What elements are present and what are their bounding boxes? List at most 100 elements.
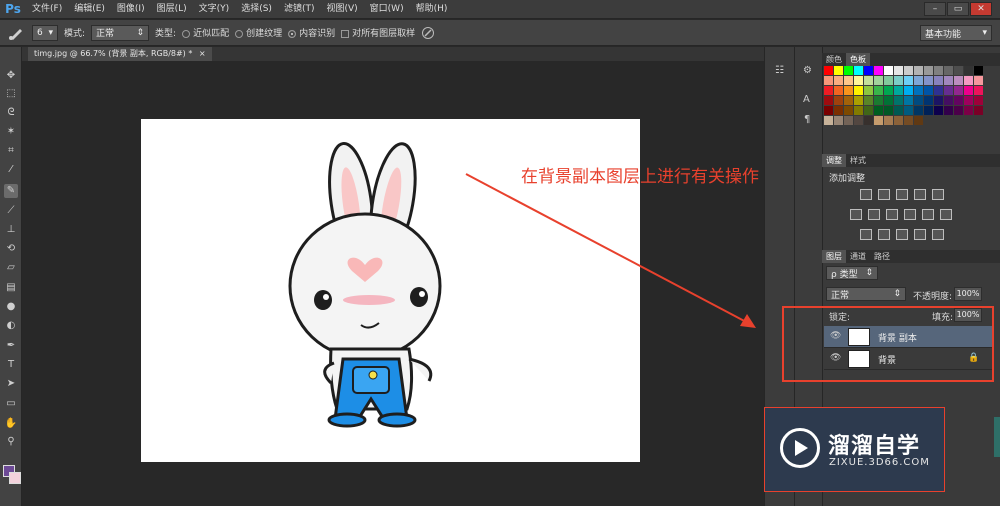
swatch[interactable]	[914, 66, 923, 75]
lasso-tool-icon[interactable]: ᘓ	[4, 106, 18, 120]
marquee-tool-icon[interactable]: ⬚	[4, 87, 18, 101]
tab-layers[interactable]: 图层	[822, 250, 846, 263]
mode-select[interactable]: 正常 ⇕	[91, 24, 150, 41]
swatch[interactable]	[874, 86, 883, 95]
zoom-tool-icon[interactable]: ⚲	[4, 435, 18, 449]
swatch[interactable]	[974, 96, 983, 105]
swatch[interactable]	[904, 86, 913, 95]
swatch[interactable]	[874, 96, 883, 105]
pressure-icon[interactable]	[421, 26, 435, 40]
swatch[interactable]	[964, 96, 973, 105]
swatch[interactable]	[914, 76, 923, 85]
type-tool-icon[interactable]: T	[4, 358, 18, 372]
path-select-icon[interactable]: ➤	[4, 377, 18, 391]
type-radio-content-aware[interactable]: 内容识别	[288, 26, 335, 39]
swatch[interactable]	[884, 106, 893, 115]
swatch[interactable]	[864, 86, 873, 95]
swatch[interactable]	[824, 96, 833, 105]
swatch[interactable]	[854, 66, 863, 75]
swatch[interactable]	[884, 86, 893, 95]
swatch[interactable]	[964, 66, 973, 75]
brush-size-picker[interactable]: 6 ▾	[32, 24, 58, 41]
swatch[interactable]	[894, 96, 903, 105]
swatch[interactable]	[884, 96, 893, 105]
color-balance-icon[interactable]	[868, 209, 880, 220]
history-panel-icon[interactable]: ☷	[775, 65, 784, 76]
swatch[interactable]	[964, 106, 973, 115]
swatch[interactable]	[934, 106, 943, 115]
swatch[interactable]	[824, 86, 833, 95]
workspace-select[interactable]: 基本功能 ▾	[920, 25, 992, 41]
tab-channels[interactable]: 通道	[846, 250, 870, 263]
swatch[interactable]	[894, 76, 903, 85]
tab-paths[interactable]: 路径	[870, 250, 894, 263]
vibrance-adjust-icon[interactable]	[932, 189, 944, 200]
paragraph-panel-icon[interactable]: ¶	[804, 114, 810, 125]
swatch[interactable]	[964, 86, 973, 95]
radio-button[interactable]	[288, 29, 297, 38]
swatch[interactable]	[864, 96, 873, 105]
swatch[interactable]	[934, 86, 943, 95]
tab-color[interactable]: 颜色	[822, 53, 846, 66]
swatch[interactable]	[934, 96, 943, 105]
swatch[interactable]	[944, 86, 953, 95]
posterize-icon[interactable]	[878, 229, 890, 240]
character-panel-icon[interactable]: A	[803, 94, 810, 105]
crop-tool-icon[interactable]: ⌗	[4, 144, 18, 158]
minimize-button[interactable]: –	[924, 2, 946, 16]
tab-adjustments[interactable]: 调整	[822, 154, 846, 167]
swatch[interactable]	[884, 76, 893, 85]
swatch[interactable]	[964, 76, 973, 85]
swatch[interactable]	[864, 76, 873, 85]
eyedropper-icon[interactable]: ⁄	[4, 163, 18, 177]
blur-icon[interactable]: ●	[4, 300, 18, 314]
swatch[interactable]	[854, 96, 863, 105]
swatch[interactable]	[884, 66, 893, 75]
swatch[interactable]	[924, 76, 933, 85]
swatch[interactable]	[954, 76, 963, 85]
curves-adjust-icon[interactable]	[896, 189, 908, 200]
close-button[interactable]: ✕	[970, 2, 992, 16]
swatch[interactable]	[954, 66, 963, 75]
swatch[interactable]	[824, 76, 833, 85]
selective-color-icon[interactable]	[932, 229, 944, 240]
swatch[interactable]	[854, 116, 863, 125]
swatch[interactable]	[974, 86, 983, 95]
shape-tool-icon[interactable]: ▭	[4, 397, 18, 411]
history-brush-icon[interactable]: ⟲	[4, 242, 18, 256]
swatch[interactable]	[904, 96, 913, 105]
dodge-icon[interactable]: ◐	[4, 319, 18, 333]
swatch[interactable]	[874, 76, 883, 85]
swatch-grid[interactable]	[824, 66, 984, 130]
swatch[interactable]	[944, 76, 953, 85]
sample-all-layers-checkbox[interactable]: 对所有图层取样	[341, 26, 415, 39]
swatch[interactable]	[894, 86, 903, 95]
channel-mixer-icon[interactable]	[922, 209, 934, 220]
swatch[interactable]	[844, 106, 853, 115]
swatch[interactable]	[894, 66, 903, 75]
swatch[interactable]	[934, 66, 943, 75]
swatch[interactable]	[864, 116, 873, 125]
swatch[interactable]	[854, 76, 863, 85]
swatch[interactable]	[954, 96, 963, 105]
opacity-input[interactable]: 100%	[954, 287, 982, 301]
swatch[interactable]	[954, 106, 963, 115]
swatch[interactable]	[944, 96, 953, 105]
eraser-icon[interactable]: ▱	[4, 261, 18, 275]
swatch[interactable]	[864, 106, 873, 115]
swatch[interactable]	[924, 86, 933, 95]
stamp-tool-icon[interactable]: ⊥	[4, 223, 18, 237]
exposure-adjust-icon[interactable]	[914, 189, 926, 200]
swatch[interactable]	[824, 66, 833, 75]
swatch[interactable]	[934, 76, 943, 85]
swatch[interactable]	[834, 96, 843, 105]
swatch[interactable]	[904, 106, 913, 115]
pen-tool-icon[interactable]: ✒	[4, 339, 18, 353]
type-radio-proximity[interactable]: 近似匹配	[182, 26, 229, 39]
swatch[interactable]	[844, 86, 853, 95]
restore-button[interactable]: ▭	[947, 2, 969, 16]
move-tool-icon[interactable]: ✥	[4, 69, 18, 83]
menu-image[interactable]: 图像(I)	[111, 0, 151, 19]
close-icon[interactable]: ×	[199, 49, 206, 58]
swatch[interactable]	[834, 66, 843, 75]
